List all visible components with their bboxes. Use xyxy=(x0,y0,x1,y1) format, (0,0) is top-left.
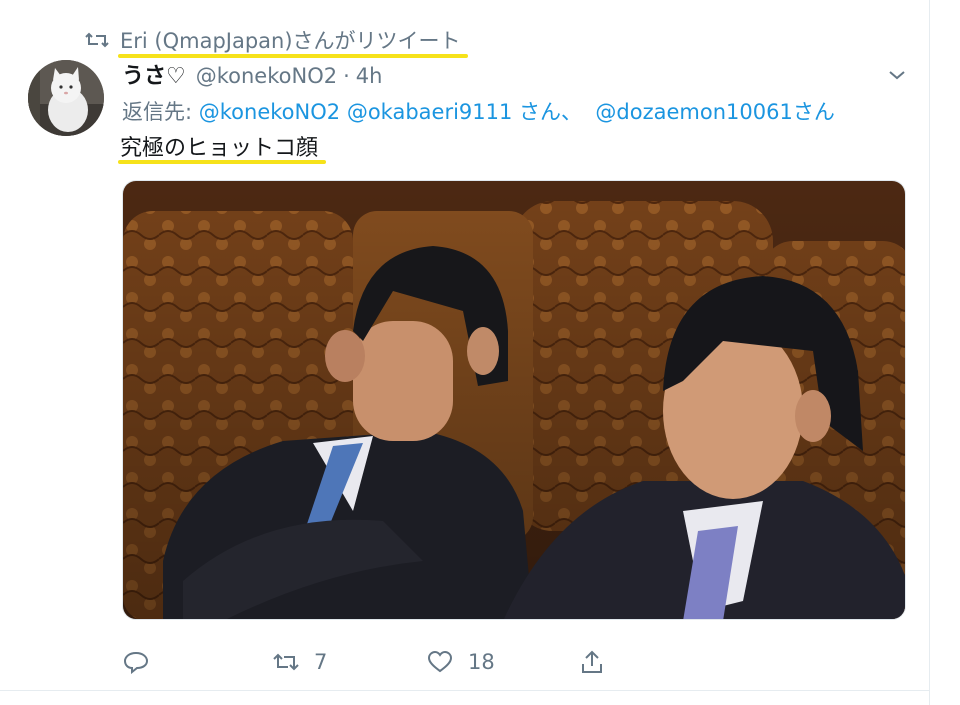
heart-icon xyxy=(426,648,454,676)
highlight-underline xyxy=(118,160,326,164)
share-icon xyxy=(578,648,606,676)
like-button[interactable]: 18 xyxy=(426,642,495,682)
tweet-photo[interactable] xyxy=(122,180,906,620)
reply-to-suffix: さん xyxy=(792,100,835,124)
tweet-actions: 7 18 xyxy=(122,642,682,682)
separator-dot: · xyxy=(343,64,350,88)
user-handle[interactable]: @konekoNO2 xyxy=(196,64,337,88)
avatar[interactable] xyxy=(28,60,104,136)
chevron-down-icon xyxy=(889,71,905,80)
cat-avatar-icon xyxy=(28,60,104,136)
mention-link[interactable]: @konekoNO2 xyxy=(199,100,340,124)
retweet-context-label[interactable]: Eri (QmapJapan)さんがリツイート xyxy=(120,25,461,55)
mention-link[interactable]: @okabaeri9111 xyxy=(347,100,513,124)
divider xyxy=(0,690,929,691)
reply-button[interactable] xyxy=(122,642,164,682)
tweet-card[interactable]: Eri (QmapJapan)さんがリツイート うさ♡ @konekoNO2 ·… xyxy=(0,0,930,705)
retweet-context[interactable]: Eri (QmapJapan)さんがリツイート xyxy=(84,24,461,56)
retweet-icon xyxy=(84,28,112,52)
timestamp[interactable]: 4h xyxy=(356,64,383,88)
mention-link[interactable]: @dozaemon10061 xyxy=(595,100,792,124)
display-name[interactable]: うさ♡ xyxy=(122,58,186,90)
like-count: 18 xyxy=(468,650,495,674)
reply-to-line: 返信先: @konekoNO2 @okabaeri9111 さん、 @dozae… xyxy=(122,96,835,126)
retweet-button[interactable]: 7 xyxy=(272,642,327,682)
tweet-header: うさ♡ @konekoNO2 · 4h xyxy=(122,58,382,90)
retweet-count: 7 xyxy=(314,650,328,674)
share-button[interactable] xyxy=(578,642,620,682)
retweet-icon xyxy=(272,648,300,676)
reply-to-joiner: さん、 xyxy=(512,100,583,124)
reply-icon xyxy=(122,648,150,676)
tweet-text: 究極のヒョットコ顔 xyxy=(120,136,319,161)
photo-two-men-seated xyxy=(123,181,905,619)
more-options-button[interactable] xyxy=(884,62,910,88)
reply-to-prefix: 返信先: xyxy=(122,100,193,124)
